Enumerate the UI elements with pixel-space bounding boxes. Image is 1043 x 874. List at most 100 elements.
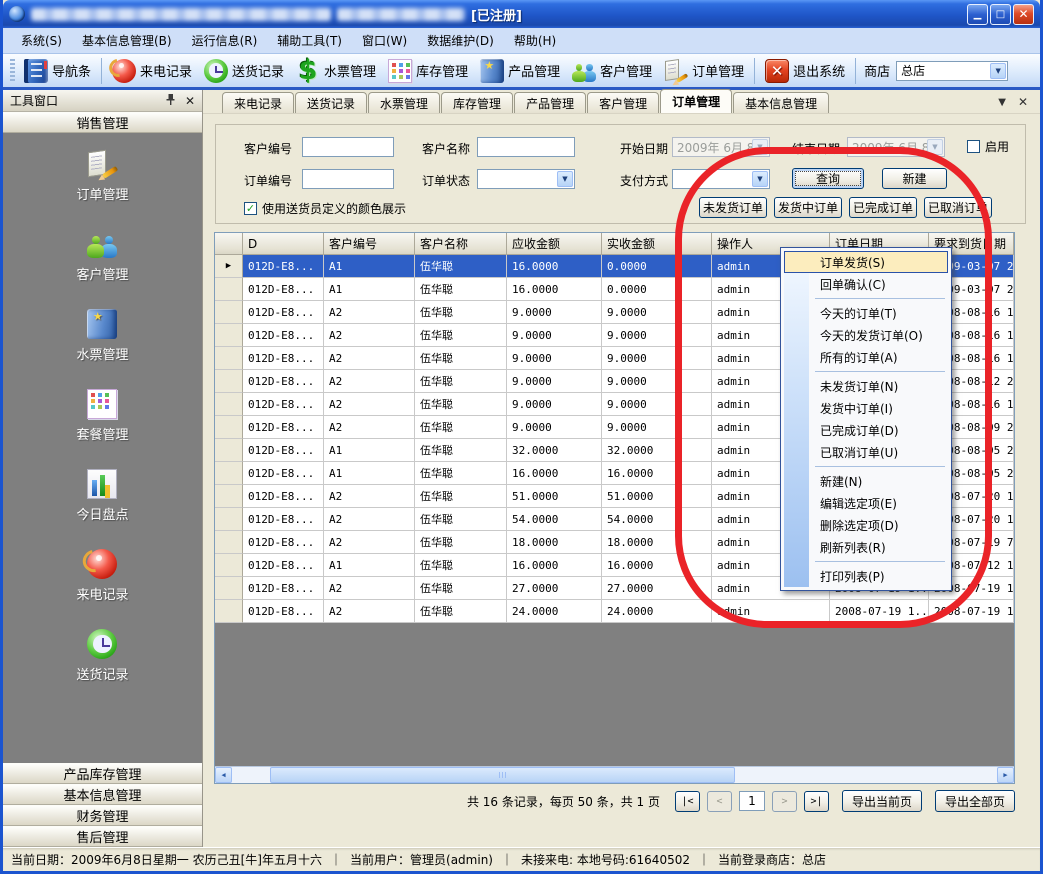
sidebar-section-基本信息管理[interactable]: 基本信息管理 [3,784,202,805]
scrollbar-thumb[interactable] [270,767,735,783]
row-selector-cell[interactable] [215,393,243,416]
table-cell[interactable]: 伍华聪 [415,462,507,485]
row-selector-cell[interactable] [215,301,243,324]
color-display-checkbox[interactable]: ✓ 使用送货员定义的颜色展示 [244,200,406,217]
table-cell[interactable]: 51.0000 [507,485,602,508]
context-menu-item[interactable]: 刷新列表(R) [784,536,948,558]
toolbar-button[interactable]: ★产品管理 [474,57,566,85]
sidebar-item-水票管理[interactable]: ★水票管理 [76,309,128,363]
table-cell[interactable]: 012D-E8... [243,462,324,485]
horizontal-scrollbar[interactable]: ◀ ▶ [215,766,1014,783]
scrollbar-track[interactable] [232,767,997,783]
table-cell[interactable]: 伍华聪 [415,485,507,508]
checkbox-icon[interactable] [967,140,980,153]
row-selector-cell[interactable] [215,554,243,577]
table-cell[interactable]: 012D-E8... [243,531,324,554]
tab-订单管理[interactable]: 订单管理 [660,89,732,113]
table-cell[interactable]: 2008-07-19 1... [830,600,929,623]
table-cell[interactable]: 54.0000 [507,508,602,531]
table-cell[interactable]: 012D-E8... [243,255,324,278]
context-menu-item[interactable]: 回单确认(C) [784,273,948,295]
row-selector-cell[interactable] [215,439,243,462]
column-header[interactable]: 客户编号 [324,233,415,255]
table-cell[interactable]: 伍华聪 [415,255,507,278]
table-cell[interactable]: admin [712,600,830,623]
toolbar-button[interactable]: 来电记录 [106,57,198,85]
table-cell[interactable]: 9.0000 [507,370,602,393]
table-cell[interactable]: 54.0000 [602,508,712,531]
table-cell[interactable]: 24.0000 [507,600,602,623]
table-cell[interactable]: A2 [324,324,415,347]
tab-库存管理[interactable]: 库存管理 [441,92,513,113]
row-selector-cell[interactable] [215,278,243,301]
table-cell[interactable]: A2 [324,416,415,439]
tab-基本信息管理[interactable]: 基本信息管理 [733,92,829,113]
table-cell[interactable]: A1 [324,278,415,301]
table-cell[interactable]: 伍华聪 [415,347,507,370]
table-cell[interactable]: 16.0000 [507,462,602,485]
table-cell[interactable]: 16.0000 [507,255,602,278]
table-cell[interactable]: 9.0000 [507,416,602,439]
table-cell[interactable]: 012D-E8... [243,554,324,577]
end-date-picker[interactable]: 2009年 6月 8日 ▼ [847,137,945,157]
table-cell[interactable]: 012D-E8... [243,278,324,301]
table-cell[interactable]: 51.0000 [602,485,712,508]
column-header[interactable]: D [243,233,324,255]
table-cell[interactable]: 2008-07-19 1... [929,600,1014,623]
table-cell[interactable]: A2 [324,577,415,600]
column-header[interactable]: 应收金额 [507,233,602,255]
maximize-button[interactable]: □ [990,4,1011,25]
已完成订单-button[interactable]: 已完成订单 [849,197,917,218]
chevron-down-icon[interactable]: ▼ [927,139,943,155]
table-cell[interactable]: 伍华聪 [415,301,507,324]
shop-combobox[interactable]: 总店 ▼ [896,61,1008,81]
table-cell[interactable]: A1 [324,554,415,577]
table-cell[interactable]: 012D-E8... [243,485,324,508]
table-cell[interactable]: 012D-E8... [243,600,324,623]
table-cell[interactable]: 9.0000 [507,393,602,416]
table-cell[interactable]: 9.0000 [602,324,712,347]
export-all-pages-button[interactable]: 导出全部页 [935,790,1015,812]
table-cell[interactable]: 伍华聪 [415,416,507,439]
start-date-picker[interactable]: 2009年 6月 8日 ▼ [672,137,770,157]
table-cell[interactable]: 012D-E8... [243,393,324,416]
table-cell[interactable]: 9.0000 [602,393,712,416]
pin-icon[interactable] [165,93,176,109]
table-cell[interactable]: 9.0000 [507,301,602,324]
context-menu-item[interactable]: 编辑选定项(E) [784,492,948,514]
table-cell[interactable]: 16.0000 [507,554,602,577]
table-cell[interactable]: A2 [324,370,415,393]
context-menu-item[interactable]: 新建(N) [784,470,948,492]
context-menu-item[interactable]: 已完成订单(D) [784,419,948,441]
context-menu-item[interactable]: 未发货订单(N) [784,375,948,397]
table-cell[interactable]: 32.0000 [602,439,712,462]
first-page-button[interactable]: |< [675,791,700,812]
customer-name-input[interactable] [477,137,575,157]
payment-method-combobox[interactable]: ▼ [672,169,770,189]
table-cell[interactable]: 012D-E8... [243,577,324,600]
chevron-down-icon[interactable]: ▼ [557,171,573,187]
table-cell[interactable]: 9.0000 [602,347,712,370]
table-cell[interactable]: 18.0000 [602,531,712,554]
menu-item[interactable]: 系统(S) [11,28,72,53]
close-button[interactable]: ✕ [1013,4,1034,25]
table-cell[interactable]: 伍华聪 [415,278,507,301]
table-cell[interactable]: A2 [324,301,415,324]
table-cell[interactable]: 16.0000 [602,554,712,577]
context-menu-item[interactable]: 删除选定项(D) [784,514,948,536]
toolbar-button[interactable]: 客户管理 [566,57,658,85]
table-cell[interactable]: 27.0000 [507,577,602,600]
table-cell[interactable]: 16.0000 [602,462,712,485]
chevron-down-icon[interactable]: ▼ [752,139,768,155]
menu-item[interactable]: 基本信息管理(B) [72,28,182,53]
row-selector-cell[interactable] [215,370,243,393]
query-button[interactable]: 查询 [792,168,864,189]
column-header[interactable] [215,233,243,255]
table-cell[interactable]: 伍华聪 [415,370,507,393]
context-menu-item[interactable]: 今天的订单(T) [784,302,948,324]
tab-list-dropdown-icon[interactable]: ▼ [998,97,1006,108]
table-row[interactable]: 012D-E8...A2伍华聪24.000024.0000admin2008-0… [215,600,1014,623]
row-selector-cell[interactable] [215,462,243,485]
close-icon[interactable]: ✕ [185,94,195,108]
table-cell[interactable]: 伍华聪 [415,600,507,623]
